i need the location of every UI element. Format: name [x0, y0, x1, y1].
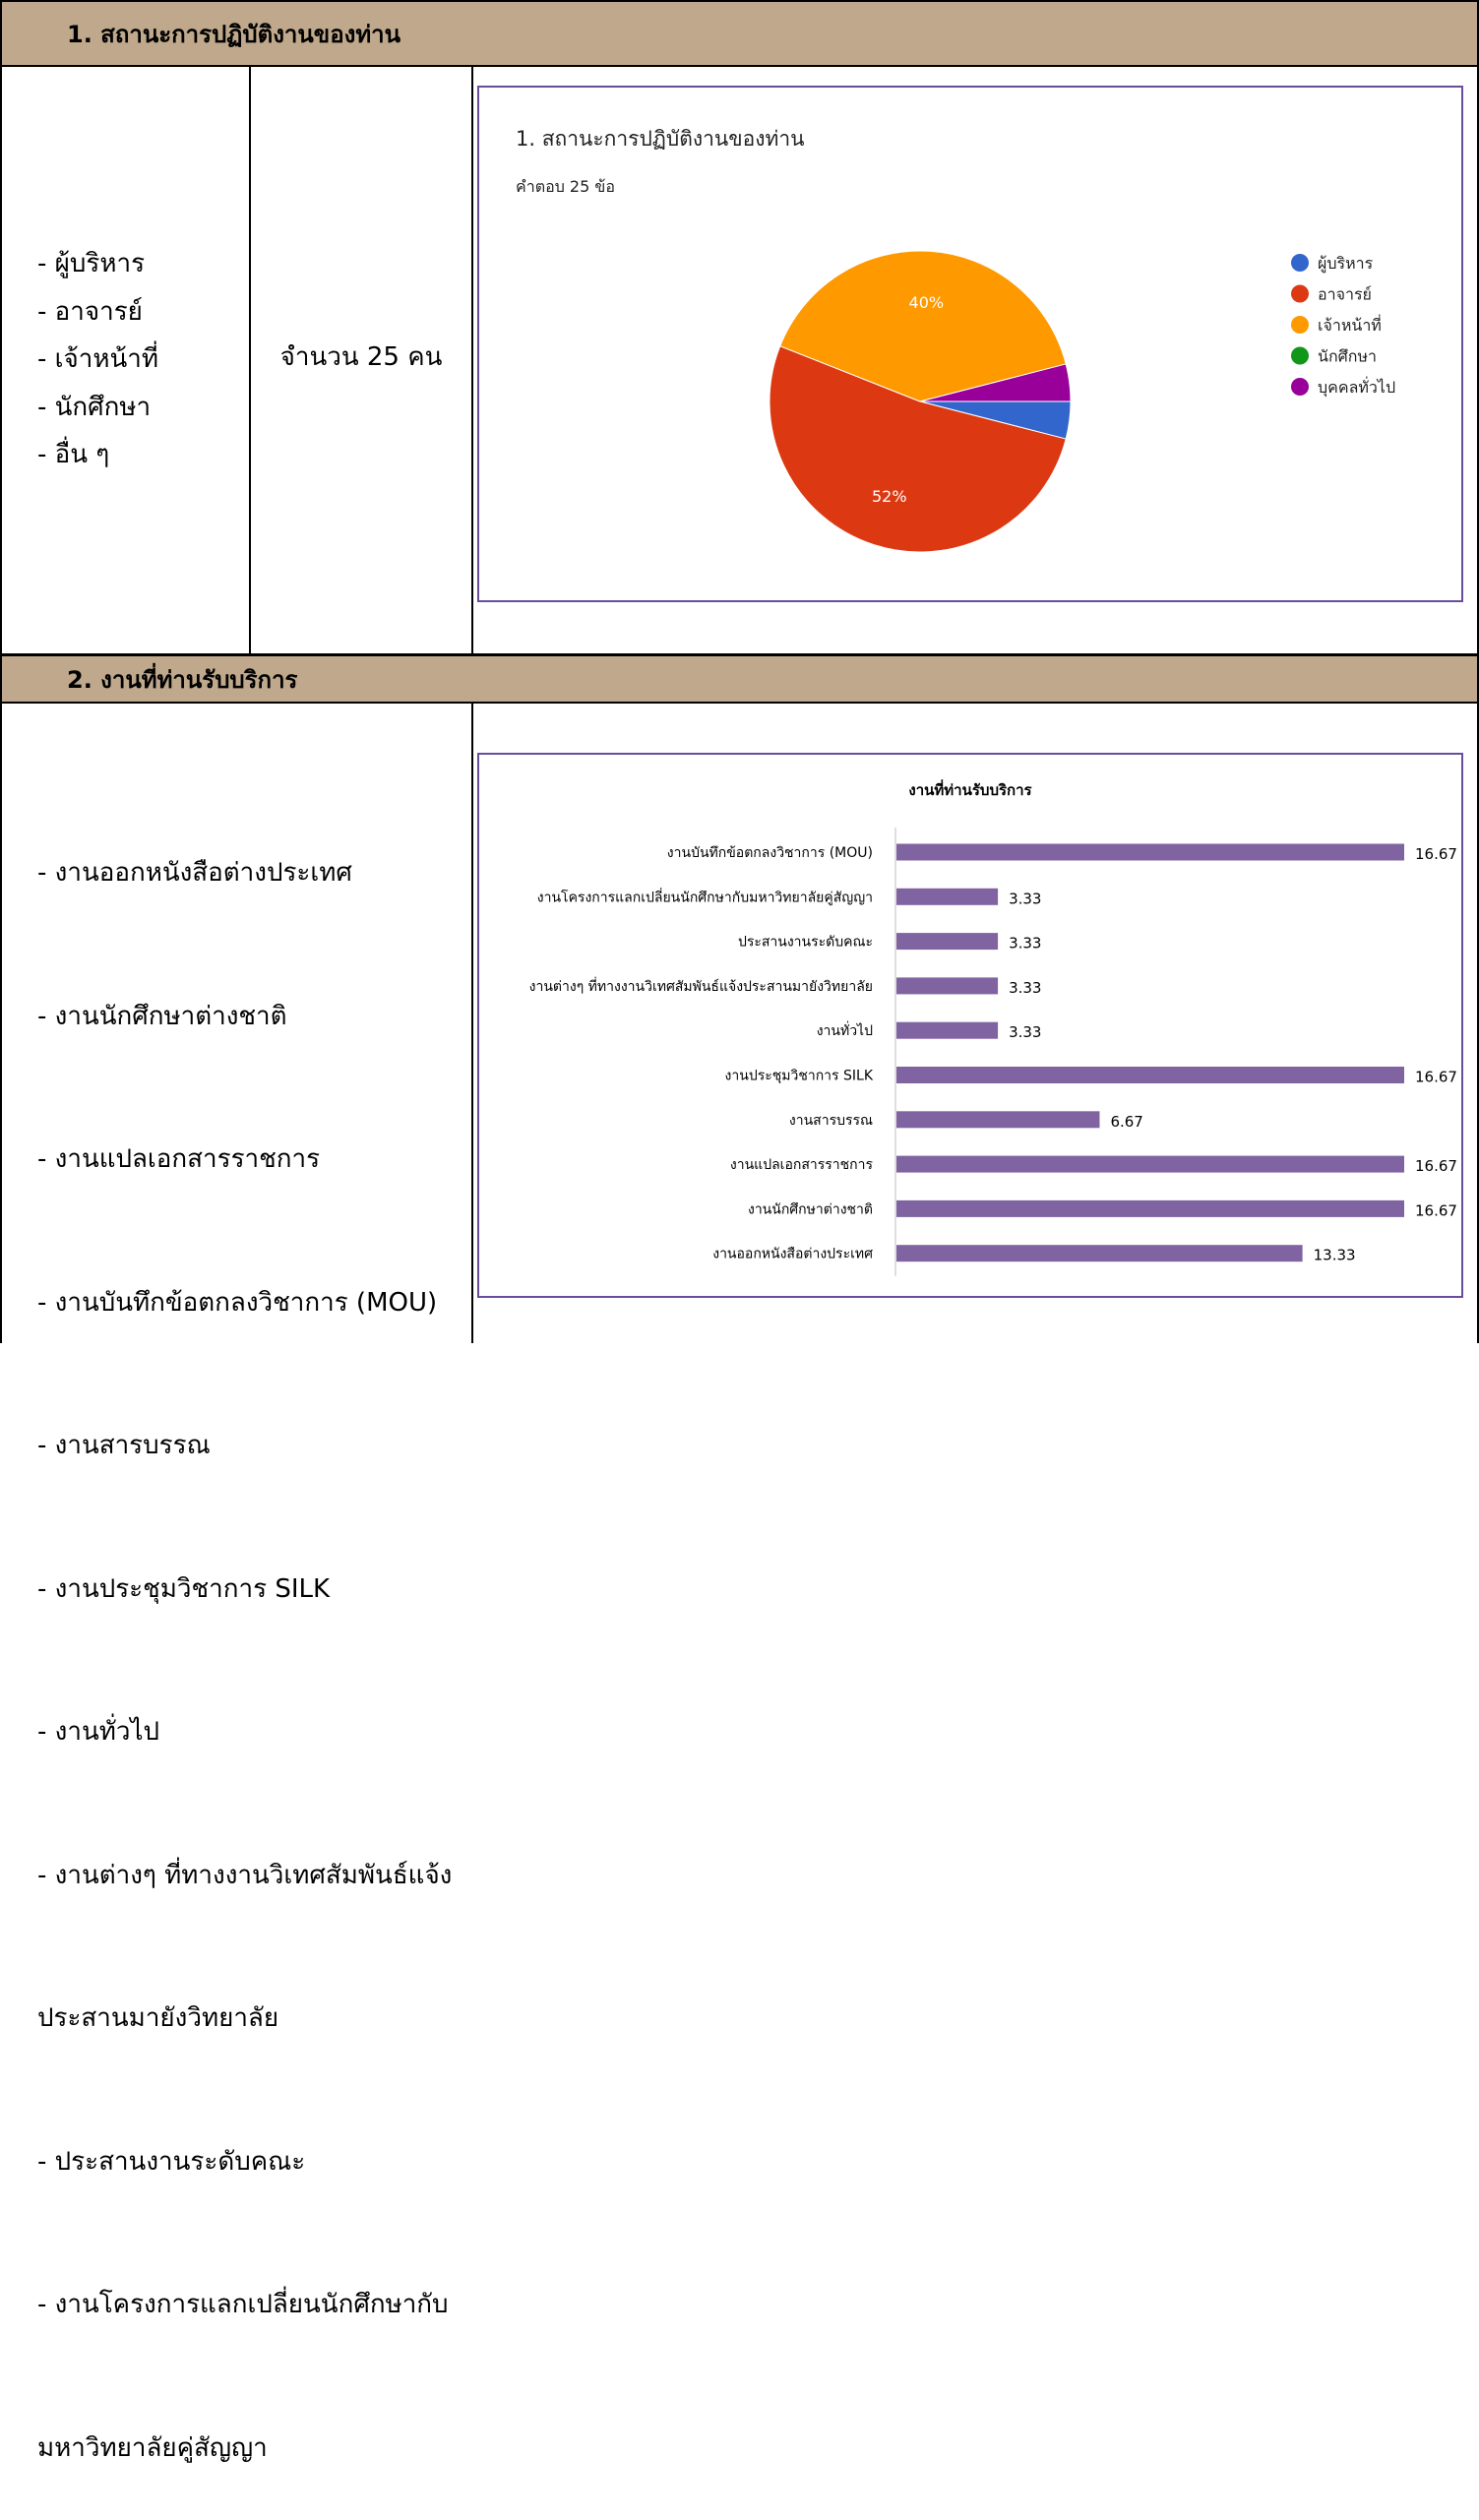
service-item: - งานออกหนังสือต่างประเทศ: [37, 858, 352, 888]
status-item: - เจ้าหน้าที่: [37, 344, 159, 374]
legend-label: ผู้บริหาร: [1318, 254, 1374, 274]
service-item: - งานแปลเอกสารราชการ: [37, 1144, 321, 1174]
respondent-count: จำนวน 25 คน: [279, 342, 443, 372]
bar-category-label: งานบันทึกข้อตกลงวิชาการ (MOU): [667, 845, 873, 861]
bar-category-label: งานประชุมวิชาการ SILK: [725, 1069, 874, 1084]
bar-chart: งานที่ท่านรับบริการ งานบันทึกข้อตกลงวิชา…: [529, 779, 1457, 1276]
section1-header-text: 1. สถานะการปฏิบัติงานของท่าน: [67, 20, 401, 48]
legend-label: เจ้าหน้าที่: [1318, 314, 1382, 335]
service-item: - งานนักศึกษาต่างชาติ: [37, 1001, 287, 1031]
status-item: - นักศึกษา: [37, 392, 152, 422]
legend-label: อาจารย์: [1318, 285, 1372, 304]
legend-label: นักศึกษา: [1318, 347, 1377, 366]
legend-swatch: [1291, 346, 1309, 365]
service-item: - ประสานงานระดับคณะ: [37, 2146, 306, 2177]
bar-value-label: 16.67: [1415, 1069, 1457, 1086]
bar-value-label: 3.33: [1009, 935, 1041, 953]
bar: [896, 1199, 1404, 1217]
bar: [896, 933, 999, 951]
bar-value-label: 16.67: [1415, 1201, 1457, 1219]
bar-category-label: งานโครงการแลกเปลี่ยนนักศึกษากับมหาวิทยาล…: [537, 888, 873, 905]
bar: [896, 977, 999, 995]
status-item: - อื่น ๆ: [37, 440, 110, 469]
section2-col-divider: [471, 704, 473, 1343]
bar-value-label: 16.67: [1415, 845, 1457, 863]
bar-category-label: งานนักศึกษาต่างชาติ: [748, 1201, 873, 1217]
bar-value-label: 3.33: [1009, 890, 1041, 907]
bar-value-label: 16.67: [1415, 1157, 1457, 1175]
legend-swatch: [1291, 316, 1309, 334]
service-item: - งานบันทึกข้อตกลงวิชาการ (MOU): [37, 1287, 438, 1318]
legend-swatch: [1291, 284, 1309, 303]
bar: [896, 1021, 999, 1039]
section2-header: 2. งานที่ท่านรับบริการ: [0, 654, 1479, 704]
service-item: มหาวิทยาลัยคู่สัญญา: [37, 2432, 268, 2463]
bar-chart-title: งานที่ท่านรับบริการ: [908, 779, 1032, 799]
status-item: - อาจารย์: [37, 296, 143, 327]
section2-service-list: - งานออกหนังสือต่างประเทศ - งานนักศึกษาต…: [37, 754, 452, 2520]
service-item: - งานต่างๆ ที่ทางงานวิเทศสัมพันธ์แจ้ง: [37, 1860, 453, 1890]
pie-chart-subtitle: คำตอบ 25 ข้อ: [516, 177, 615, 196]
bar-value-label: 13.33: [1314, 1247, 1356, 1264]
service-item: - งานประชุมวิชาการ SILK: [37, 1573, 331, 1604]
bar-category-label: งานแปลเอกสารราชการ: [730, 1157, 874, 1173]
pie-chart-frame: 1. สถานะการปฏิบัติงานของท่าน คำตอบ 25 ข้…: [477, 86, 1463, 602]
bar-chart-frame: งานที่ท่านรับบริการ งานบันทึกข้อตกลงวิชา…: [477, 753, 1463, 1298]
bar: [896, 888, 999, 905]
section1-col-divider-2: [471, 67, 473, 655]
pie-chart: 1. สถานะการปฏิบัติงานของท่าน คำตอบ 25 ข้…: [516, 127, 1395, 553]
pie-slice-label: 52%: [872, 487, 907, 506]
bar: [896, 1067, 1404, 1083]
service-item: - งานโครงการแลกเปลี่ยนนักศึกษากับ: [37, 2290, 449, 2319]
pie-slice-label: 40%: [909, 293, 945, 312]
bar: [896, 1111, 1100, 1129]
legend-swatch: [1291, 254, 1309, 272]
bar-value-label: 3.33: [1009, 1023, 1041, 1041]
section2-header-text: 2. งานที่ท่านรับบริการ: [67, 665, 298, 694]
bar: [896, 1155, 1404, 1173]
service-item: - งานทั่วไป: [37, 1717, 160, 1747]
bar-category-label: งานออกหนังสือต่างประเทศ: [712, 1247, 873, 1262]
bar-value-label: 3.33: [1009, 979, 1041, 997]
pie-chart-title: 1. สถานะการปฏิบัติงานของท่าน: [516, 127, 804, 151]
bar-category-label: งานทั่วไป: [817, 1021, 873, 1039]
bar: [896, 843, 1404, 861]
legend-swatch: [1291, 378, 1309, 396]
bar-category-label: งานต่างๆ ที่ทางงานวิเทศสัมพันธ์แจ้งประสา…: [529, 977, 873, 995]
service-item: ประสานมายังวิทยาลัย: [37, 2003, 279, 2033]
status-item: - ผู้บริหาร: [37, 249, 146, 278]
bar: [896, 1245, 1303, 1262]
bar-value-label: 6.67: [1110, 1113, 1142, 1131]
bar-category-label: ประสานงานระดับคณะ: [738, 935, 873, 951]
section1-header: 1. สถานะการปฏิบัติงานของท่าน: [0, 0, 1479, 67]
bar-category-label: งานสารบรรณ: [789, 1113, 873, 1129]
section1-status-list: - ผู้บริหาร - อาจารย์ - เจ้าหน้าที่ - นั…: [37, 240, 158, 479]
legend-label: บุคคลทั่วไป: [1318, 376, 1395, 398]
service-item: - งานสารบรรณ: [37, 1431, 211, 1460]
